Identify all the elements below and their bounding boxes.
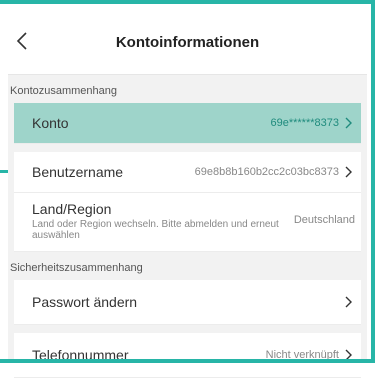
row-region-description: Land oder Region wechseln. Bitte abmelde… — [32, 219, 279, 241]
row-region[interactable]: Land/Region Land oder Region wechseln. B… — [14, 193, 361, 252]
row-konto-label: Konto — [32, 115, 69, 131]
row-konto[interactable]: Konto 69e******8373 — [14, 103, 361, 144]
section-label-security: Sicherheitszusammenhang — [10, 262, 143, 274]
row-passwort[interactable]: Passwort ändern — [14, 280, 361, 325]
row-telefon[interactable]: Telefonnummer Nicht verknüpft — [14, 333, 361, 378]
row-passwort-label: Passwort ändern — [32, 294, 138, 310]
row-region-label: Land/Region — [32, 201, 112, 217]
row-benutzername[interactable]: Benutzername 69e8b8b160b2cc2c03bc8373 — [14, 152, 361, 193]
chevron-right-icon — [345, 117, 352, 129]
row-benutzername-label: Benutzername — [32, 164, 124, 180]
row-telefon-label: Telefonnummer — [32, 347, 129, 363]
page-title: Kontoinformationen — [115, 34, 260, 51]
row-region-value: Deutschland — [293, 214, 355, 226]
row-benutzername-value: 69e8b8b160b2cc2c03bc8373 — [194, 166, 339, 178]
row-telefon-value: Nicht verknüpft — [265, 349, 339, 361]
section-label-account: Kontozusammenhang — [10, 85, 118, 97]
row-konto-value: 69e******8373 — [270, 117, 339, 129]
chevron-right-icon — [345, 296, 352, 308]
chevron-right-icon — [345, 349, 352, 361]
frame-accent-top — [0, 0, 10, 3]
account-info-screen: Kontoinformationen Kontozusammenhang Kon… — [8, 6, 367, 378]
header: Kontoinformationen — [8, 6, 367, 75]
chevron-right-icon — [345, 166, 352, 178]
